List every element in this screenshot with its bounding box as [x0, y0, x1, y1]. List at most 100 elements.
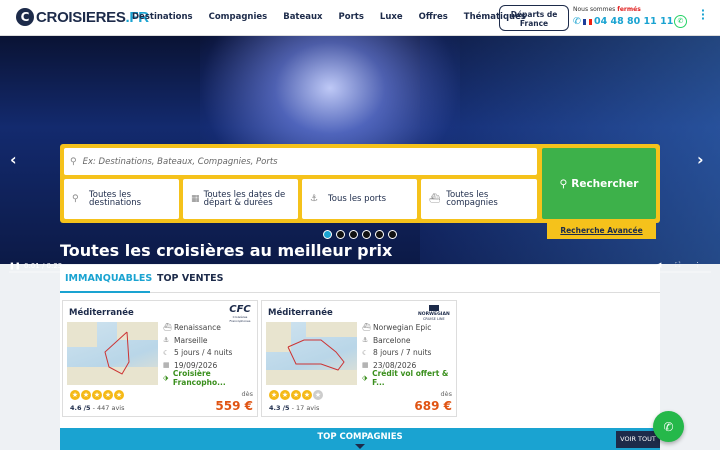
- ship-icon: ⛴: [362, 323, 371, 332]
- search-button-label: Rechercher: [571, 177, 639, 190]
- card-price: 559 €: [215, 399, 253, 413]
- card-highlight: Crédit vol offert & F...: [372, 369, 449, 388]
- dates-select[interactable]: ▦ Toutes les dates de départ & durées: [183, 179, 298, 219]
- card-highlight: Croisière Francopho...: [172, 369, 226, 388]
- search-input[interactable]: ⚲ Ex: Destinations, Bateaux, Compagnies,…: [64, 148, 537, 175]
- site-logo[interactable]: C CROISIERES.FR: [16, 8, 149, 26]
- departures-line1: Départs de: [510, 10, 558, 19]
- departures-france-button[interactable]: Départs de France: [499, 5, 569, 31]
- card-details: ⛴ Renaissance ⚓ Marseille ☾ 5 jours / 4 nui…: [163, 321, 257, 388]
- search-button[interactable]: ⚲ Rechercher: [542, 148, 656, 219]
- rating-text: 4.6 /5 - 447 avis: [70, 404, 125, 412]
- star-icon: ★: [92, 390, 102, 400]
- ports-select[interactable]: ⚓ Tous les ports: [302, 179, 417, 219]
- slide-dot[interactable]: [388, 230, 397, 239]
- phone-icon: ✆: [573, 16, 581, 27]
- from-label: dès: [241, 390, 253, 398]
- pause-icon[interactable]: ❚❚: [9, 262, 21, 270]
- search-icon: ⚲: [70, 156, 77, 167]
- tab-immanquables[interactable]: IMMANQUABLES: [65, 273, 152, 284]
- card-port: Barcelone: [373, 335, 411, 345]
- moon-icon: ☾: [362, 348, 369, 357]
- nav-offres[interactable]: Offres: [419, 12, 448, 22]
- search-icon: ⚲: [559, 177, 568, 190]
- ship-icon: ⛴: [163, 323, 172, 332]
- active-tab-underline: [60, 291, 150, 293]
- fullscreen-icon[interactable]: ⛶: [675, 261, 680, 270]
- review-count: 447 avis: [96, 404, 125, 412]
- slide-dot[interactable]: [375, 230, 384, 239]
- phone-number: 04 48 80 11 11: [593, 16, 674, 27]
- cruise-card[interactable]: Méditerranée CFC Croisières Francophones…: [62, 300, 258, 417]
- company-logo-text: CFC: [229, 304, 251, 315]
- slide-dot[interactable]: [362, 230, 371, 239]
- more-menu-icon[interactable]: · · ·: [700, 5, 706, 24]
- star-icon: ★: [103, 390, 113, 400]
- open-status: fermés: [617, 6, 641, 13]
- slide-dot[interactable]: [349, 230, 358, 239]
- offers-tabs: IMMANQUABLES TOP VENTES: [60, 265, 660, 293]
- nav-luxe[interactable]: Luxe: [380, 12, 403, 22]
- nav-ports[interactable]: Ports: [339, 12, 364, 22]
- anchor-icon: ⚓: [310, 194, 319, 204]
- route-line: [287, 339, 345, 371]
- star-icon: ★: [302, 390, 312, 400]
- logo-text: CROISIERES: [36, 8, 126, 26]
- destinations-label: Toutes les destinations: [89, 189, 142, 208]
- ports-label: Tous les ports: [328, 193, 387, 204]
- rating-value: 4.6: [70, 404, 82, 412]
- opening-status: Nous sommes fermés: [573, 6, 641, 13]
- whatsapp-chat-button[interactable]: ✆: [653, 411, 684, 442]
- star-icon: ★: [81, 390, 91, 400]
- open-prefix: Nous sommes: [573, 6, 616, 13]
- departures-line2: France: [519, 19, 549, 28]
- slide-dot[interactable]: [336, 230, 345, 239]
- card-price: 689 €: [414, 399, 452, 413]
- next-slide-icon[interactable]: ›: [697, 150, 704, 169]
- companies-label: Toutes les compagnies: [446, 189, 498, 208]
- slide-dot[interactable]: [323, 230, 332, 239]
- card-duration: 8 jours / 7 nuits: [373, 348, 432, 358]
- video-time: 0:01 / 0:23: [24, 262, 63, 270]
- companies-select[interactable]: ⛴ Toutes les compagnies: [421, 179, 537, 219]
- rating-text: 4.3 /5 - 17 avis: [269, 404, 320, 412]
- prev-slide-icon[interactable]: ‹: [10, 150, 17, 169]
- route-map: [266, 322, 357, 385]
- card-details: ⛴ Norwegian Epic ⚓ Barcelone ☾ 8 jours / 7 …: [362, 321, 456, 388]
- see-all-button[interactable]: VOIR TOUT: [616, 431, 660, 448]
- main-nav: Destinations Compagnies Bateaux Ports Lu…: [132, 12, 542, 22]
- france-flag-icon: [582, 18, 592, 25]
- moon-icon: ☾: [163, 348, 170, 357]
- tag-icon: ⬗: [163, 374, 169, 383]
- star-icon: ★: [291, 390, 301, 400]
- route-map: [67, 322, 158, 385]
- destinations-select[interactable]: ⚲ Toutes les destinations: [64, 179, 179, 219]
- cruise-card[interactable]: Méditerranée NORWEGIAN CRUISE LINE ⛴ Norw…: [261, 300, 457, 417]
- advanced-search-link[interactable]: Recherche Avancée: [547, 222, 656, 239]
- card-destination: Méditerranée: [69, 308, 134, 318]
- phone-link[interactable]: ✆ 04 48 80 11 11: [573, 16, 673, 27]
- star-icon: ★: [269, 390, 279, 400]
- tag-icon: ⬗: [362, 374, 368, 383]
- whatsapp-icon[interactable]: ✆: [674, 15, 687, 28]
- review-count: 17 avis: [295, 404, 320, 412]
- rating-stars: ★ ★ ★ ★ ★: [70, 390, 124, 400]
- search-placeholder: Ex: Destinations, Bateaux, Compagnies, P…: [82, 156, 278, 167]
- tab-top-ventes[interactable]: TOP VENTES: [157, 273, 223, 284]
- slide-indicators: [323, 230, 397, 239]
- route-line: [104, 331, 130, 375]
- hero-title: Toutes les croisières au meilleur prix: [60, 241, 393, 260]
- from-label: dès: [440, 390, 452, 398]
- nav-bateaux[interactable]: Bateaux: [283, 12, 322, 22]
- star-icon: ★: [280, 390, 290, 400]
- nav-destinations[interactable]: Destinations: [132, 12, 193, 22]
- nav-compagnies[interactable]: Compagnies: [209, 12, 268, 22]
- dates-label: Toutes les dates de départ & durées: [203, 189, 286, 208]
- card-ship: Renaissance: [174, 322, 221, 332]
- rating-scale: /5: [282, 404, 290, 412]
- logo-icon: C: [16, 8, 34, 26]
- card-duration: 5 jours / 4 nuits: [174, 348, 233, 358]
- company-logo: NORWEGIAN CRUISE LINE: [418, 305, 450, 321]
- video-more-icon[interactable]: ⋮: [694, 261, 701, 270]
- anchor-icon: ⚓: [163, 336, 170, 345]
